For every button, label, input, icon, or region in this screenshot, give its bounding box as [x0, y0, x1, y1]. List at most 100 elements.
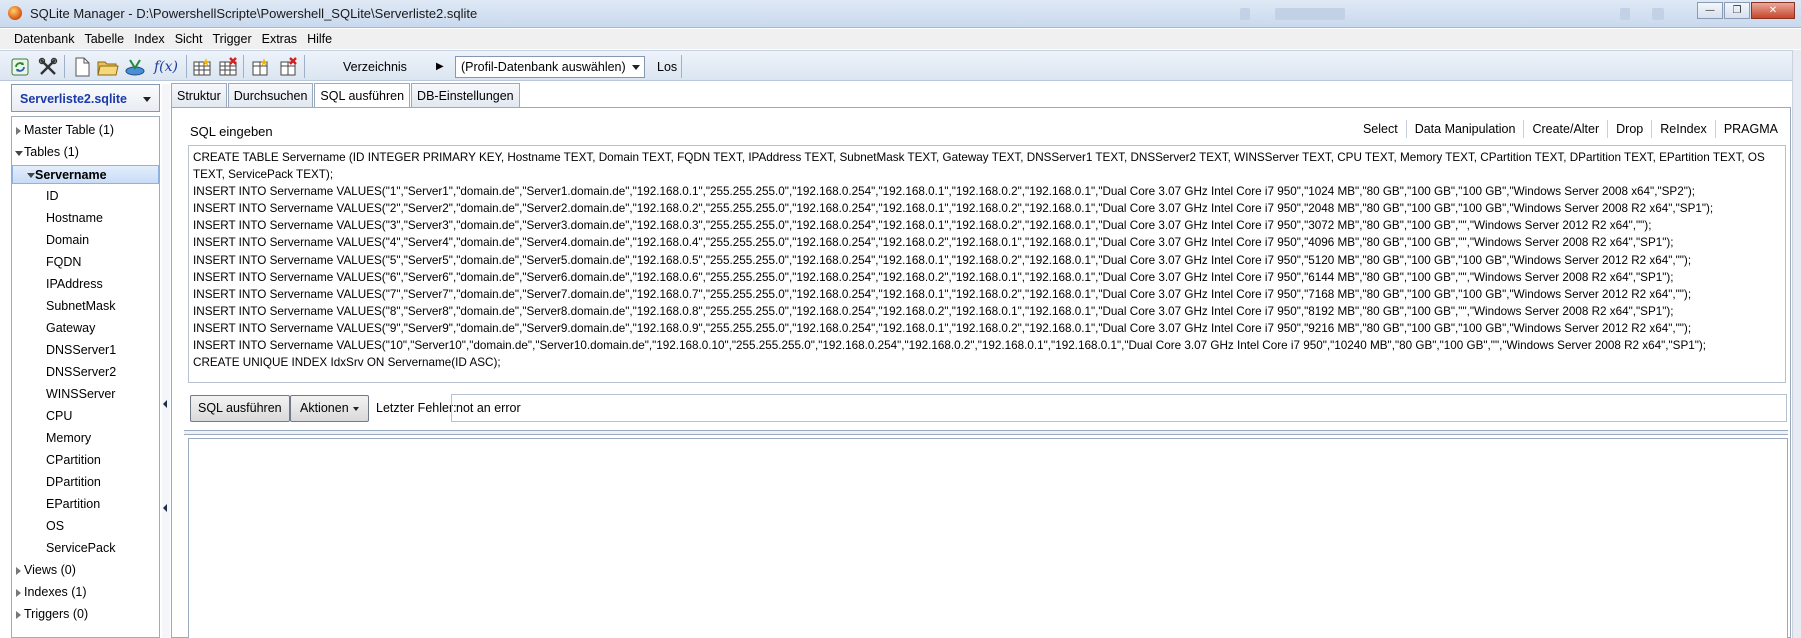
background-blur — [1620, 8, 1630, 20]
tree-item-column[interactable]: OS — [12, 517, 159, 536]
data-manipulation-button[interactable]: Data Manipulation — [1405, 120, 1524, 138]
maximize-icon[interactable]: ❐ — [1724, 2, 1750, 19]
tree-item-column[interactable]: SubnetMask — [12, 297, 159, 316]
actions-button[interactable]: Aktionen — [290, 395, 369, 422]
background-blur — [1652, 8, 1664, 20]
tree-item-column[interactable]: Domain — [12, 231, 159, 250]
drop-table-icon[interactable] — [216, 55, 239, 78]
caret-down-icon — [352, 406, 359, 411]
column-label: DNSServer2 — [46, 365, 117, 379]
run-sql-button[interactable]: SQL ausführen — [190, 395, 290, 422]
minimize-icon[interactable]: — — [1697, 2, 1723, 19]
profile-database-select[interactable]: (Profil-Datenbank auswählen) — [455, 56, 645, 78]
column-label: DPartition — [46, 475, 101, 489]
column-label: IPAddress — [46, 277, 103, 291]
toolbar-separator — [64, 55, 65, 78]
column-label: Gateway — [46, 321, 96, 335]
tree-item-column[interactable]: DNSServer2 — [12, 363, 159, 382]
tab-sql-ausfuehren[interactable]: SQL ausführen — [314, 83, 411, 108]
tab-strip: Struktur Durchsuchen SQL ausführen DB-Ei… — [171, 83, 521, 108]
column-label: SubnetMask — [46, 299, 116, 313]
connect-icon[interactable] — [123, 55, 146, 78]
tab-durchsuchen[interactable]: Durchsuchen — [227, 83, 314, 107]
collapse-icon[interactable] — [27, 173, 35, 178]
tab-struktur[interactable]: Struktur — [171, 83, 227, 107]
database-name: Serverliste2.sqlite — [20, 92, 128, 106]
chevron-right-icon[interactable]: ▶ — [436, 61, 444, 72]
menu-extras[interactable]: Extras — [258, 29, 301, 49]
results-grid[interactable] — [188, 438, 1788, 638]
tree-item-triggers[interactable]: Triggers (0) — [12, 605, 159, 624]
tree-item-indexes[interactable]: Indexes (1) — [12, 583, 159, 602]
results-splitter[interactable] — [184, 430, 1788, 435]
menu-tabelle[interactable]: Tabelle — [80, 29, 128, 49]
collapse-left-icon[interactable] — [163, 400, 167, 408]
directory-label[interactable]: Verzeichnis — [343, 60, 407, 74]
tree-item-column[interactable]: FQDN — [12, 253, 159, 272]
menu-index[interactable]: Index — [130, 29, 169, 49]
expand-icon[interactable] — [16, 611, 21, 619]
open-folder-icon[interactable] — [96, 55, 119, 78]
expand-icon[interactable] — [16, 127, 21, 135]
column-label: EPartition — [46, 497, 101, 511]
create-table-icon[interactable] — [190, 55, 213, 78]
column-label: CPartition — [46, 453, 101, 467]
expand-icon[interactable] — [16, 567, 21, 575]
panel-splitter[interactable] — [162, 84, 170, 638]
tree-item-column[interactable]: CPU — [12, 407, 159, 426]
function-icon[interactable]: f(x) — [151, 55, 181, 78]
last-error-field: not an error — [451, 394, 1787, 422]
collapse-icon[interactable] — [15, 151, 23, 156]
tab-db-einstellungen[interactable]: DB-Einstellungen — [411, 83, 520, 107]
tree-item-views[interactable]: Views (0) — [12, 561, 159, 580]
tree-item-column[interactable]: DPartition — [12, 473, 159, 492]
reindex-button[interactable]: ReIndex — [1651, 120, 1715, 138]
drop-template-button[interactable]: Drop — [1607, 120, 1651, 138]
chevron-down-icon — [143, 97, 151, 102]
tree-item-tables[interactable]: Tables (1) — [12, 143, 159, 162]
tree-item-column[interactable]: WINSServer — [12, 385, 159, 404]
select-template-button[interactable]: Select — [1355, 120, 1406, 138]
tree-item-column[interactable]: Hostname — [12, 209, 159, 228]
tree-item-column[interactable]: IPAddress — [12, 275, 159, 294]
sql-line: INSERT INTO Servername VALUES("1","Serve… — [193, 185, 1695, 199]
menu-trigger[interactable]: Trigger — [208, 29, 255, 49]
sql-line: INSERT INTO Servername VALUES("2","Serve… — [193, 202, 1714, 216]
collapse-left-icon[interactable] — [163, 504, 167, 512]
expand-icon[interactable] — [16, 589, 21, 597]
sql-line: INSERT INTO Servername VALUES("8","Serve… — [193, 304, 1674, 318]
database-selector[interactable]: Serverliste2.sqlite — [11, 84, 160, 112]
tree-item-column[interactable]: DNSServer1 — [12, 341, 159, 360]
drop-index-icon[interactable] — [276, 55, 299, 78]
tree-item-column[interactable]: Gateway — [12, 319, 159, 338]
sql-editor[interactable]: CREATE TABLE Servername (ID INTEGER PRIM… — [188, 145, 1786, 383]
tree-item-column[interactable]: ID — [12, 187, 159, 206]
actions-label: Aktionen — [300, 401, 349, 415]
toolbar-separator — [681, 55, 682, 78]
new-file-icon[interactable] — [70, 55, 93, 78]
close-icon[interactable]: ✕ — [1751, 2, 1795, 19]
title-bar: SQLite Manager - D:\PowershellScripte\Po… — [0, 0, 1801, 28]
column-label: Hostname — [46, 211, 103, 225]
sql-line: INSERT INTO Servername VALUES("6","Serve… — [193, 270, 1674, 284]
tree-item-servername[interactable]: Servername — [12, 165, 159, 184]
go-button[interactable]: Los — [657, 60, 677, 74]
refresh-icon[interactable] — [8, 55, 31, 78]
menu-sicht[interactable]: Sicht — [171, 29, 207, 49]
tree-item-master-table[interactable]: Master Table (1) — [12, 121, 159, 140]
sql-line: INSERT INTO Servername VALUES("9","Serve… — [193, 321, 1692, 335]
create-alter-button[interactable]: Create/Alter — [1523, 120, 1607, 138]
column-label: DNSServer1 — [46, 343, 117, 357]
menu-datenbank[interactable]: Datenbank — [10, 29, 78, 49]
sql-tab-content: SQL eingeben Select Data Manipulation Cr… — [171, 107, 1791, 638]
tree-label: Views (0) — [24, 563, 76, 577]
pragma-button[interactable]: PRAGMA — [1714, 120, 1786, 138]
menu-hilfe[interactable]: Hilfe — [303, 29, 336, 49]
tree-item-column[interactable]: CPartition — [12, 451, 159, 470]
tree-item-column[interactable]: EPartition — [12, 495, 159, 514]
right-edge-scrollbar[interactable] — [1792, 50, 1801, 638]
tree-item-column[interactable]: Memory — [12, 429, 159, 448]
tree-item-column[interactable]: ServicePack — [12, 539, 159, 558]
create-index-icon[interactable] — [248, 55, 271, 78]
tools-icon[interactable] — [36, 55, 59, 78]
